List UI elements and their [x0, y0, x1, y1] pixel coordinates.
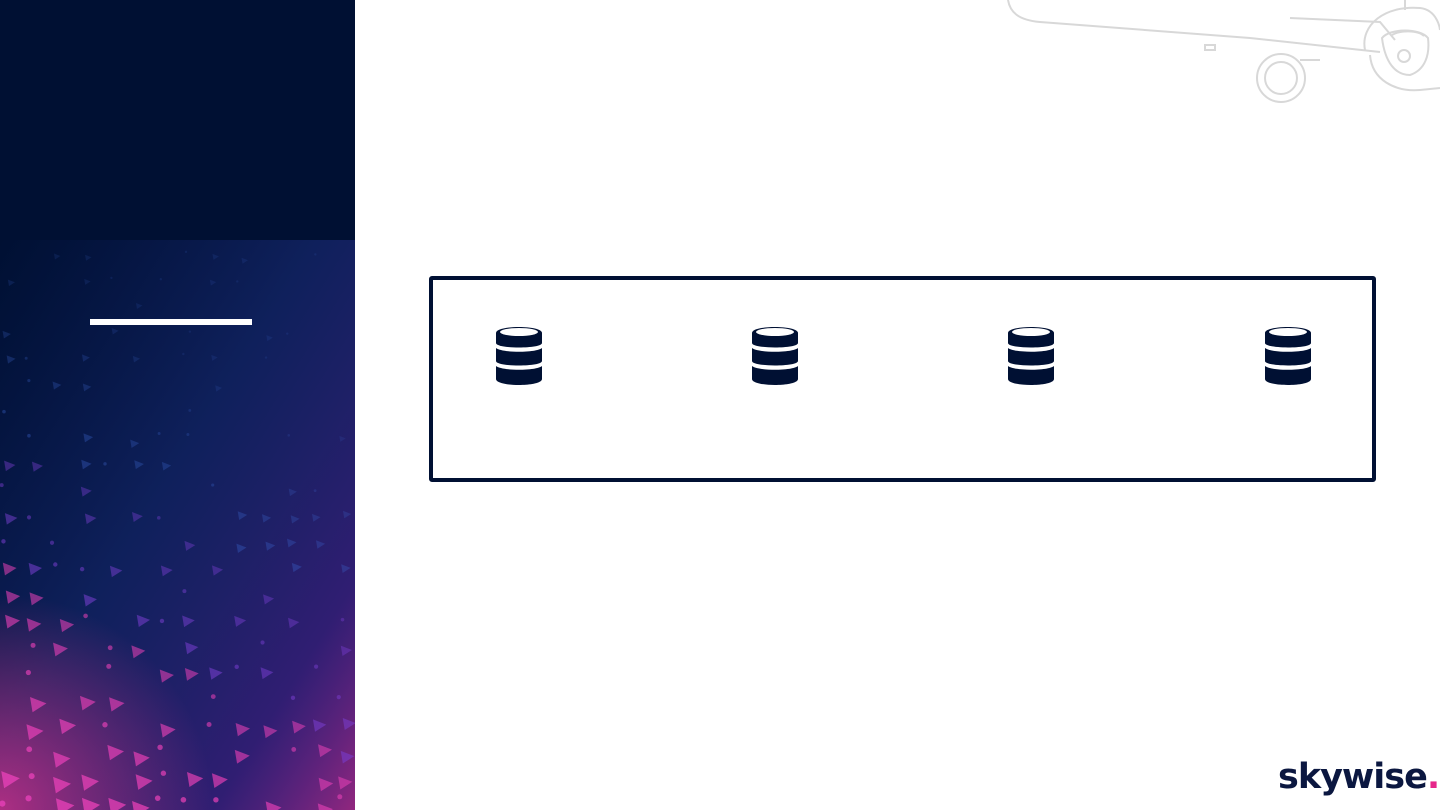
- pattern-dot: [211, 483, 215, 487]
- pattern-dot: [106, 663, 112, 669]
- pattern-dot: [30, 642, 36, 648]
- pattern-dot: [234, 664, 239, 670]
- pattern-dot: [154, 795, 161, 801]
- pattern-dot: [337, 794, 343, 800]
- airplane-outline-graphic: [1007, 0, 1440, 103]
- pattern-dot: [24, 356, 28, 360]
- pattern-dot: [27, 379, 31, 383]
- pattern-dot: [83, 613, 88, 619]
- database-icon: [1265, 327, 1311, 385]
- database-icon: [496, 327, 542, 385]
- pattern-dot: [156, 516, 161, 520]
- pattern-dot: [206, 722, 212, 728]
- pattern-dot: [180, 797, 187, 803]
- pattern-dot: [340, 617, 345, 622]
- pattern-dot: [159, 278, 163, 281]
- pattern-dot: [102, 722, 108, 728]
- pattern-dot: [25, 669, 31, 676]
- pattern-dot: [26, 515, 32, 520]
- triangle-pattern-graphic: [0, 240, 355, 810]
- left-sidebar-panel: [0, 0, 355, 810]
- pattern-dot: [49, 540, 55, 545]
- content-frame: [429, 276, 1376, 482]
- database-icon: [1008, 327, 1054, 385]
- pattern-dot: [53, 562, 58, 567]
- pattern-dot: [103, 462, 107, 466]
- skywise-logo: skywise.: [1278, 752, 1440, 802]
- database-icon: [752, 327, 798, 385]
- pattern-dot: [313, 664, 319, 669]
- pattern-dot: [79, 566, 85, 572]
- pattern-dot: [107, 645, 113, 651]
- pattern-dot: [159, 618, 165, 624]
- title-accent-line: [90, 319, 252, 325]
- pattern-dot: [314, 253, 317, 256]
- pattern-dot: [182, 352, 185, 356]
- pattern-dot: [236, 280, 239, 283]
- pattern-dot: [1, 539, 6, 544]
- pattern-dot: [290, 695, 296, 701]
- slide: skywise.: [0, 0, 1440, 810]
- pattern-dot: [286, 332, 289, 335]
- pattern-dot: [186, 432, 190, 436]
- pattern-dot: [182, 589, 187, 594]
- pattern-dot: [336, 694, 341, 700]
- pattern-dot: [291, 747, 297, 752]
- pattern-dot: [264, 356, 268, 359]
- logo-dot: .: [1426, 757, 1440, 797]
- pattern-dot: [188, 409, 192, 412]
- pattern-dot: [160, 770, 167, 776]
- pattern-dot: [188, 330, 192, 333]
- pattern-dot: [27, 433, 31, 438]
- pattern-dot: [184, 250, 188, 254]
- pattern-dot: [157, 744, 163, 751]
- pattern-dot: [157, 431, 161, 435]
- pattern-dot: [110, 276, 113, 280]
- pattern-dot: [28, 773, 35, 780]
- pattern-dot: [26, 746, 33, 753]
- pattern-dot: [2, 409, 6, 414]
- pattern-dot: [213, 797, 219, 803]
- logo-text: skywise: [1278, 757, 1428, 797]
- pattern-dot: [210, 694, 216, 700]
- pattern-dot: [260, 640, 265, 645]
- pattern-dot: [313, 489, 317, 493]
- pattern-dot: [25, 795, 32, 802]
- pattern-dot: [287, 434, 291, 437]
